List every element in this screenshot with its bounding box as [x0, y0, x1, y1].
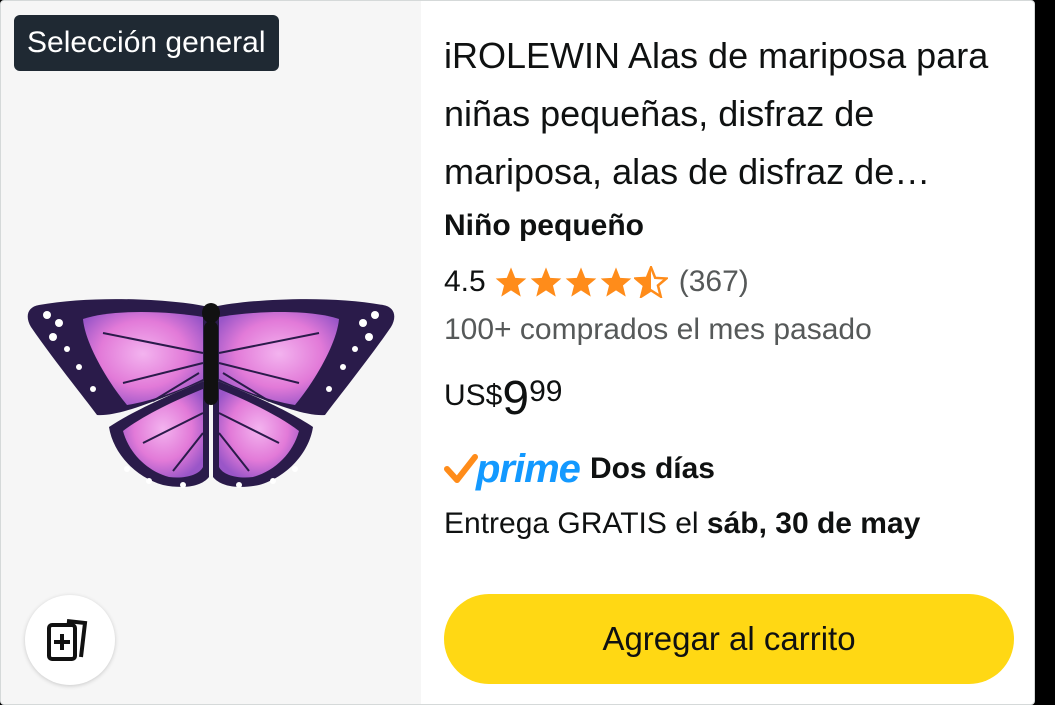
star-icon	[565, 267, 597, 297]
prime-check-icon	[444, 454, 478, 483]
half-star-icon	[633, 266, 668, 298]
prime-logo: prime	[476, 447, 581, 491]
bought-last-month: 100+ comprados el mes pasado	[444, 313, 872, 346]
star-icon	[530, 267, 562, 297]
price: US$ 9 99	[444, 371, 562, 427]
rating-value: 4.5	[444, 265, 486, 298]
delivery-info: Entrega GRATIS el sáb, 30 de may	[444, 507, 920, 541]
product-title[interactable]: iROLEWIN Alas de mariposa para niñas peq…	[444, 27, 1019, 201]
overall-pick-badge: Selección general	[14, 15, 279, 71]
star-icon	[600, 267, 632, 297]
price-whole: 9	[502, 372, 530, 425]
add-to-cart-button[interactable]: Agregar al carrito	[444, 594, 1014, 684]
star-rating	[494, 266, 669, 298]
rating-row[interactable]: 4.5 (367)	[444, 265, 749, 299]
add-to-compare-button[interactable]	[25, 595, 115, 685]
product-card[interactable]: Selección general iROLEWIN Alas de marip…	[0, 0, 1035, 705]
price-currency: US$	[444, 379, 503, 412]
prime-shipping-label: Dos días	[589, 452, 715, 485]
product-image-area[interactable]: Selección general	[1, 1, 421, 704]
price-fraction: 99	[529, 375, 563, 408]
butterfly-wings-image[interactable]	[23, 293, 399, 493]
review-count[interactable]: (367)	[679, 265, 749, 299]
size-label: Niño pequeño	[444, 209, 644, 242]
star-icon	[495, 267, 527, 297]
add-to-compare-icon	[47, 619, 88, 661]
delivery-date: sáb, 30 de may	[706, 507, 921, 540]
delivery-prefix: Entrega GRATIS el	[444, 507, 699, 540]
prime-badge: prime Dos días	[444, 449, 715, 489]
